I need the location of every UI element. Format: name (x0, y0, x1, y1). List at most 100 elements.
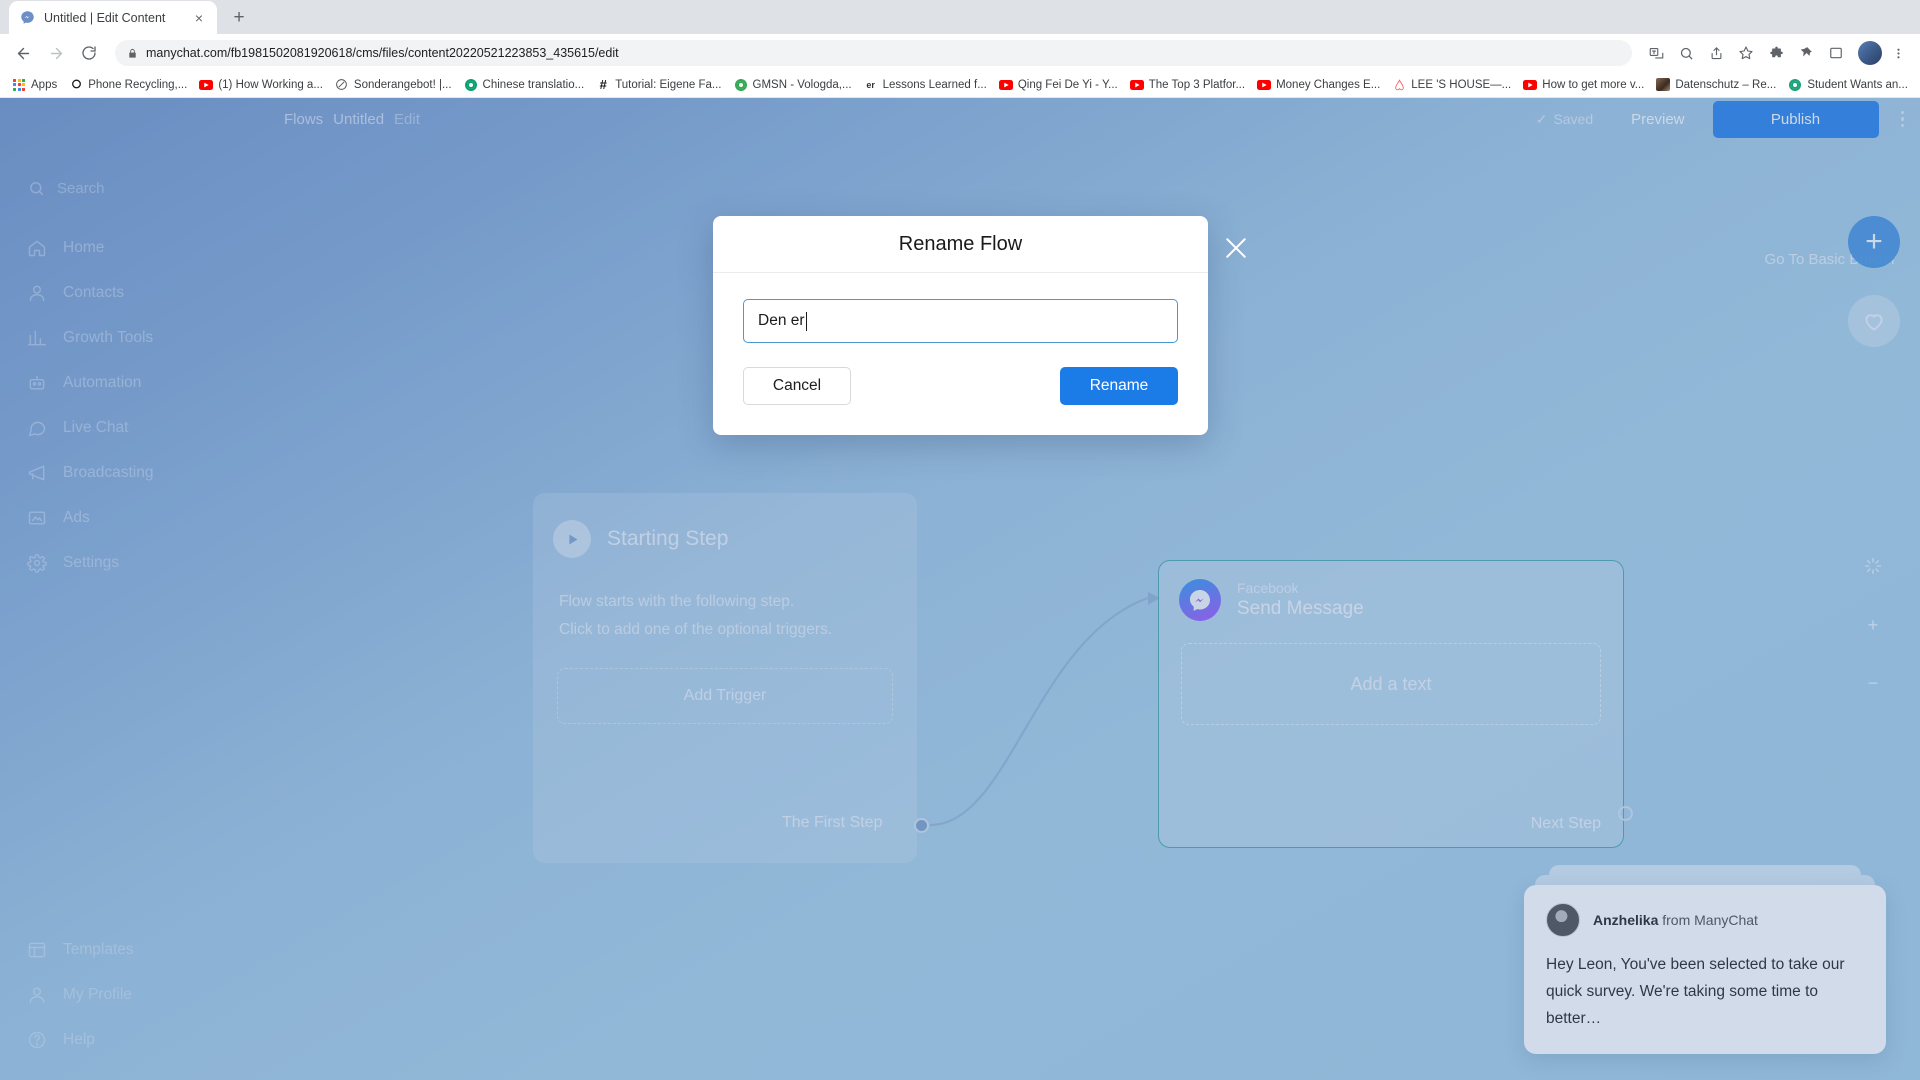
bookmark-label: Money Changes E... (1276, 78, 1381, 91)
new-tab-button[interactable]: + (225, 3, 253, 31)
chrome-menu-icon[interactable] (1884, 39, 1912, 67)
send-message-node[interactable]: Facebook Send Message Add a text Next St… (1158, 560, 1624, 848)
sidebar-item-label: Growth Tools (63, 328, 154, 346)
send-message-channel: Facebook (1237, 580, 1299, 596)
flow-name-input[interactable]: Den er (743, 299, 1178, 343)
bookmark-item[interactable]: Phone Recycling,... (63, 74, 193, 96)
bookmark-item[interactable]: How to get more v... (1517, 74, 1650, 96)
next-step-port[interactable] (1618, 806, 1633, 821)
sidebar-item-automation[interactable]: Automation (0, 360, 262, 405)
breadcrumb-edit[interactable]: Edit (394, 111, 420, 128)
bookmark-item[interactable]: Chinese translatio... (458, 74, 591, 96)
magic-wand-icon[interactable] (1862, 555, 1884, 577)
breadcrumb-flows[interactable]: Flows (284, 111, 323, 128)
send-message-header: Facebook Send Message (1159, 561, 1623, 621)
toolbar-icons (1640, 39, 1912, 67)
more-options-icon[interactable] (1900, 110, 1904, 128)
sidebar-item-templates[interactable]: Templates (0, 927, 262, 972)
bookmark-label: (1) How Working a... (218, 78, 323, 91)
bookmarks-bar: Apps Phone Recycling,... (1) How Working a… (0, 72, 1920, 98)
sidepanel-icon[interactable] (1822, 39, 1850, 67)
er-text-icon: er (866, 79, 875, 90)
rename-button[interactable]: Rename (1060, 367, 1178, 405)
breadcrumb: Flows Untitled Edit (284, 111, 430, 128)
sidebar-item-ads[interactable]: Ads (0, 495, 262, 540)
saved-label: Saved (1553, 111, 1594, 127)
bookmark-label: Tutorial: Eigene Fa... (615, 78, 722, 91)
chat-notification-card[interactable]: Anzhelika from ManyChat Hey Leon, You've… (1524, 885, 1886, 1054)
bookmark-item[interactable]: Qing Fei De Yi - Y... (993, 74, 1124, 96)
bookmark-item[interactable]: er Lessons Learned f... (858, 74, 993, 96)
profile-avatar[interactable] (1858, 41, 1882, 65)
translate-icon[interactable] (1642, 39, 1670, 67)
pin-extension-icon[interactable] (1792, 39, 1820, 67)
bookmark-label: GMSN - Vologda,... (752, 78, 852, 91)
bookmark-item[interactable]: (2) How To Add A... (1914, 74, 1920, 96)
bookmark-label: Student Wants an... (1807, 78, 1908, 91)
address-bar[interactable]: manychat.com/fb1981502081920618/cms/file… (115, 40, 1632, 66)
sidebar-item-home[interactable]: Home (0, 225, 262, 270)
browser-tab[interactable]: Untitled | Edit Content × (9, 1, 217, 34)
chat-notification-header: Anzhelika from ManyChat (1546, 903, 1864, 937)
forward-icon[interactable] (41, 38, 71, 68)
add-trigger-button[interactable]: Add Trigger (557, 668, 893, 724)
sidebar-item-help[interactable]: Help (0, 1017, 262, 1062)
sidebar-item-label: Automation (63, 373, 142, 391)
preview-button[interactable]: Preview (1631, 111, 1684, 128)
sidebar-item-contacts[interactable]: Contacts (0, 270, 262, 315)
sidebar-item-live-chat[interactable]: Live Chat (0, 405, 262, 450)
zoom-out-button[interactable]: − (1862, 672, 1884, 694)
bookmark-label: Chinese translatio... (482, 78, 585, 91)
close-icon[interactable]: × (191, 10, 207, 26)
heart-icon[interactable] (1848, 295, 1900, 347)
starting-step-desc-line2: Click to add one of the optional trigger… (559, 621, 833, 638)
search-input[interactable]: Search (26, 178, 240, 199)
sidebar-item-settings[interactable]: Settings (0, 540, 262, 585)
bookmark-item[interactable]: Student Wants an... (1782, 74, 1914, 96)
extension-puzzle-icon[interactable] (1762, 39, 1790, 67)
bookmark-item[interactable]: # Tutorial: Eigene Fa... (590, 74, 727, 96)
o2-icon (69, 78, 83, 92)
broadcasting-icon (26, 462, 47, 483)
bookmark-star-icon[interactable] (1732, 39, 1760, 67)
breadcrumb-untitled[interactable]: Untitled (333, 111, 384, 128)
cancel-button[interactable]: Cancel (743, 367, 851, 405)
sidebar-item-growth-tools[interactable]: Growth Tools (0, 315, 262, 360)
address-bar-url: manychat.com/fb1981502081920618/cms/file… (146, 46, 619, 60)
growth-tools-icon (26, 327, 47, 348)
bookmark-item[interactable]: LEE 'S HOUSE—... (1386, 74, 1517, 96)
bookmark-item[interactable]: Money Changes E... (1251, 74, 1386, 96)
bookmark-label: Sonderangebot! |... (353, 78, 452, 91)
green-badge-icon (734, 78, 748, 92)
bookmark-item[interactable]: (1) How Working a... (193, 74, 329, 96)
sidebar-item-label: Ads (63, 508, 90, 526)
search-icon[interactable] (1672, 39, 1700, 67)
share-icon[interactable] (1702, 39, 1730, 67)
chat-notification-message: Hey Leon, You've been selected to take o… (1546, 956, 1845, 1027)
publish-button[interactable]: Publish (1712, 100, 1879, 138)
bookmark-item[interactable]: Datenschutz – Re... (1650, 74, 1782, 96)
sidebar-item-broadcasting[interactable]: Broadcasting (0, 450, 262, 495)
chat-notification[interactable]: Anzhelika from ManyChat Hey Leon, You've… (1524, 865, 1886, 1054)
sidebar-item-my-profile[interactable]: My Profile (0, 972, 262, 1017)
back-icon[interactable] (8, 38, 38, 68)
templates-icon (26, 939, 47, 960)
add-node-button[interactable]: + (1848, 216, 1900, 268)
bookmark-label: Qing Fei De Yi - Y... (1017, 78, 1118, 91)
bookmark-item[interactable]: Apps (6, 74, 63, 96)
add-a-text-button[interactable]: Add a text (1181, 643, 1601, 725)
bookmark-item[interactable]: The Top 3 Platfor... (1124, 74, 1251, 96)
chat-sender: Anzhelika from ManyChat (1593, 912, 1758, 928)
starting-step-node[interactable]: Starting Step Flow starts with the follo… (533, 493, 917, 863)
reload-icon[interactable] (74, 38, 104, 68)
first-step-port[interactable] (914, 818, 929, 833)
text-caret (805, 311, 808, 331)
check-icon: ✓ (1535, 110, 1548, 127)
flow-name-input-value: Den er (758, 312, 805, 329)
browser-tab-strip: Untitled | Edit Content × + (0, 0, 1920, 34)
bookmark-item[interactable]: GMSN - Vologda,... (728, 74, 858, 96)
zoom-in-button[interactable]: + (1862, 614, 1884, 636)
close-dialog-icon[interactable] (1219, 231, 1253, 265)
bookmark-item[interactable]: Sonderangebot! |... (329, 74, 458, 96)
send-message-title: Send Message (1237, 598, 1364, 619)
